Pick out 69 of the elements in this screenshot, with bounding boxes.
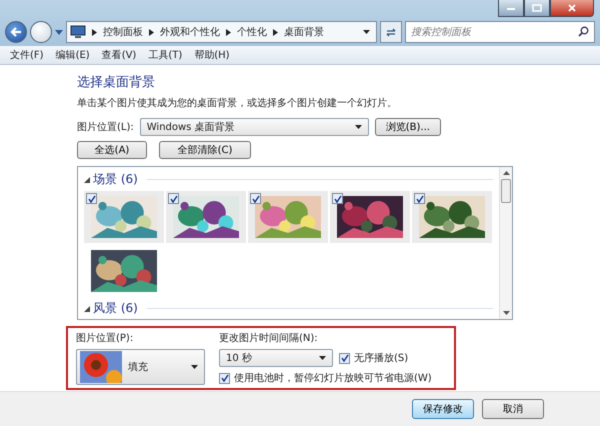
scroll-up-icon[interactable] — [502, 171, 510, 175]
back-arrow-icon — [9, 26, 23, 38]
back-button[interactable] — [5, 21, 27, 43]
page-heading: 选择桌面背景 — [77, 74, 156, 91]
search-icon[interactable] — [578, 26, 589, 37]
wallpaper-tile[interactable] — [248, 191, 328, 243]
flower-icon — [80, 351, 122, 383]
scrollbar-thumb[interactable] — [501, 179, 511, 203]
location-label: 图片位置(L): — [77, 120, 134, 134]
menu-item[interactable]: 工具(T) — [148, 48, 182, 62]
refresh-button[interactable] — [380, 21, 402, 43]
menu-item[interactable]: 文件(F) — [10, 48, 44, 62]
menu-item[interactable]: 查看(V) — [102, 48, 136, 62]
breadcrumb-arrow-icon[interactable] — [92, 28, 97, 36]
checkbox[interactable] — [250, 193, 261, 204]
wallpaper-tile[interactable] — [166, 191, 246, 243]
maximize-icon — [532, 4, 542, 12]
position-label: 图片位置(P): — [76, 332, 134, 345]
interval-dropdown[interactable]: 10 秒 — [219, 349, 333, 367]
close-button[interactable] — [550, 0, 594, 17]
selection-button[interactable]: 全部清除(C) — [159, 141, 251, 159]
breadcrumb-item[interactable]: 控制面板 — [103, 25, 143, 39]
breadcrumb-arrow-icon[interactable] — [226, 28, 231, 36]
interval-label: 更改图片时间间隔(N): — [219, 332, 319, 345]
dropdown-caret-icon — [354, 125, 362, 129]
checkbox[interactable] — [168, 193, 179, 204]
wallpaper-tile[interactable] — [330, 191, 410, 243]
checkbox[interactable] — [219, 372, 230, 384]
position-dropdown[interactable]: 填充 — [76, 349, 205, 385]
description-text: 单击某个图片使其成为您的桌面背景，或选择多个图片创建一个幻灯片。 — [77, 96, 398, 110]
scroll-down-icon[interactable] — [502, 311, 510, 315]
checkbox[interactable] — [339, 352, 350, 364]
close-icon — [567, 4, 577, 12]
cancel-button[interactable]: 取消 — [482, 399, 544, 419]
group-title: 场景 (6) — [93, 171, 138, 188]
save-button[interactable]: 保存修改 — [412, 399, 474, 419]
collapse-arrow-icon[interactable] — [84, 176, 90, 182]
scrollbar[interactable] — [499, 167, 512, 319]
dropdown-caret-icon — [191, 365, 198, 369]
address-bar[interactable]: 控制面板 外观和个性化 个性化 桌面背景 — [66, 21, 377, 43]
dropdown-caret-icon[interactable] — [363, 30, 370, 34]
breadcrumb-arrow-icon[interactable] — [149, 28, 154, 36]
search-field[interactable]: 搜索控制面板 — [405, 21, 595, 43]
location-dropdown[interactable]: Windows 桌面背景 — [140, 118, 369, 136]
wallpaper-tile[interactable] — [84, 191, 164, 243]
minimize-button[interactable] — [498, 0, 524, 17]
monitor-icon — [70, 25, 86, 39]
battery-label: 使用电池时，暂停幻灯片放映可节省电源(W) — [234, 372, 432, 385]
checkbox[interactable] — [332, 193, 343, 204]
menu-item[interactable]: 编辑(E) — [56, 48, 90, 62]
maximize-button[interactable] — [524, 0, 550, 17]
breadcrumb-arrow-icon[interactable] — [273, 28, 278, 36]
menu-item[interactable]: 帮助(H) — [194, 48, 230, 62]
collapse-arrow-icon[interactable] — [84, 306, 90, 312]
breadcrumb-item[interactable]: 外观和个性化 — [160, 25, 220, 39]
checkbox[interactable] — [86, 193, 97, 204]
browse-button[interactable]: 浏览(B)... — [374, 118, 441, 136]
breadcrumb-item[interactable]: 个性化 — [237, 25, 267, 39]
history-dropdown-icon[interactable] — [55, 30, 63, 34]
wallpaper-tile[interactable] — [412, 191, 492, 243]
checkbox[interactable] — [414, 193, 425, 204]
shuffle-label: 无序播放(S) — [354, 352, 408, 365]
minimize-icon — [506, 5, 516, 11]
dropdown-caret-icon — [319, 356, 326, 360]
breadcrumb-item[interactable]: 桌面背景 — [284, 25, 324, 39]
forward-button[interactable] — [30, 21, 52, 43]
group-title: 风景 (6) — [93, 300, 138, 317]
selection-button[interactable]: 全选(A) — [77, 141, 147, 159]
refresh-icon — [385, 26, 397, 38]
